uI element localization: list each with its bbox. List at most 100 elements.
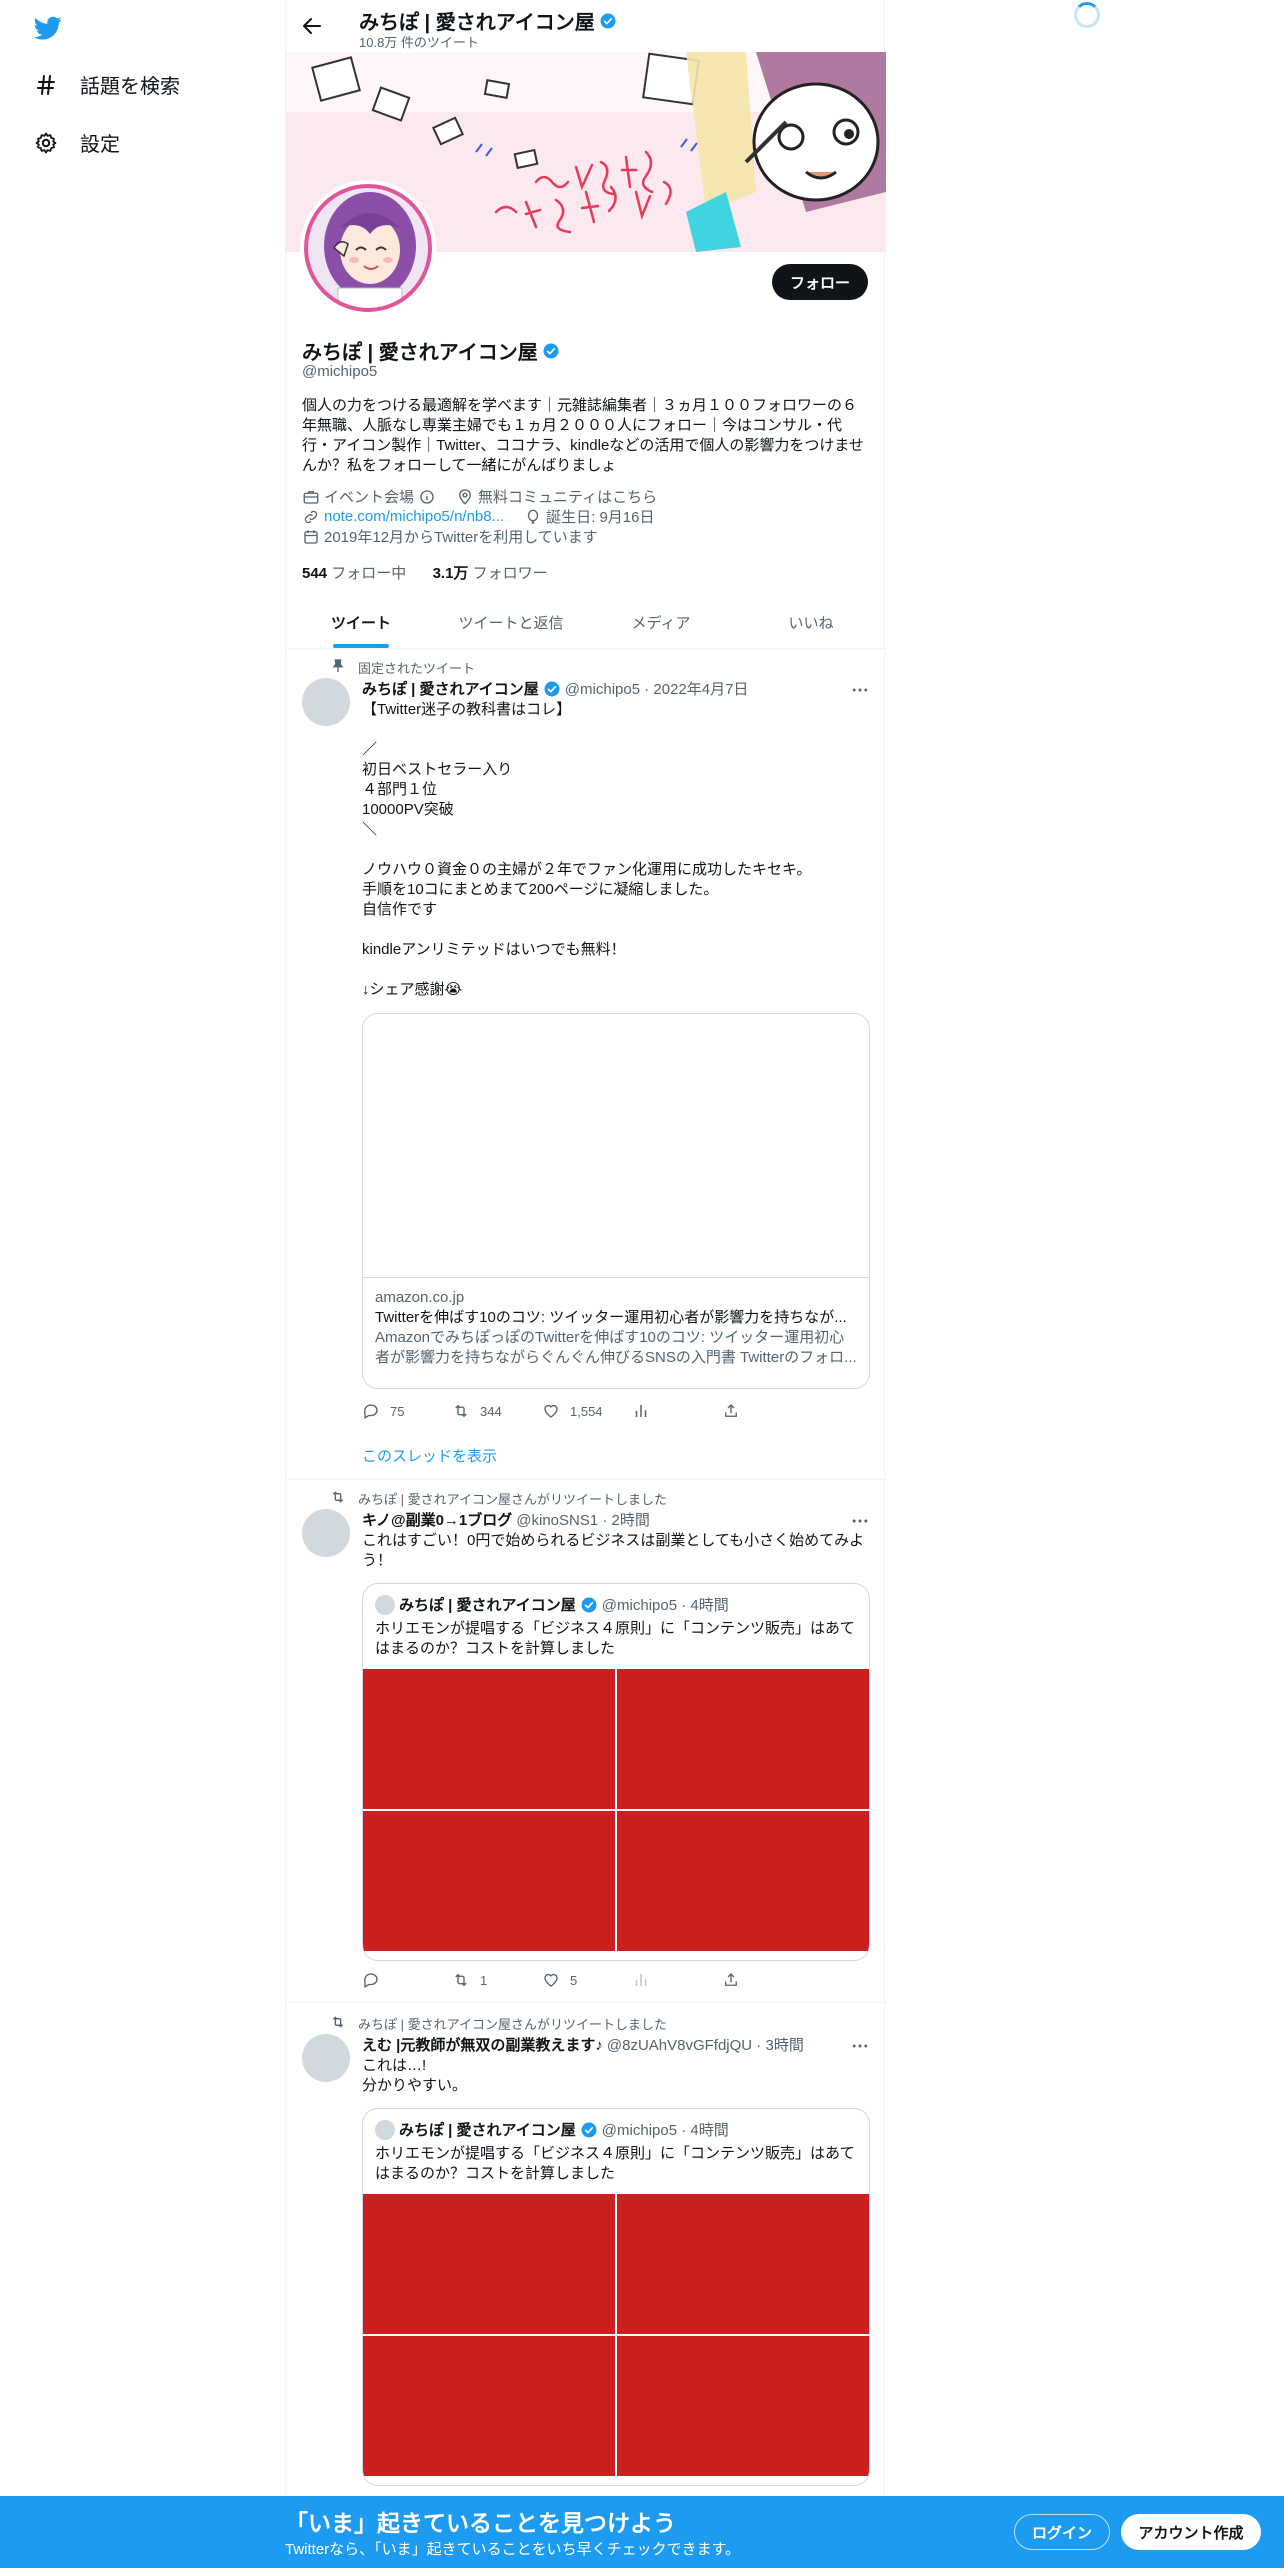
tweet-retweet-1[interactable]: みちぽ | 愛されアイコン屋さんがリツイートしました キノ@副業0→1ブログ @…	[286, 1481, 886, 2003]
share-button[interactable]	[722, 1402, 792, 1420]
followers-label: フォロワー	[472, 565, 548, 582]
card-title: Twitterを伸ばす10のコツ: ツイッター運用初心者が影響力を持ちなが...	[375, 1309, 847, 1326]
retweet-context-icon	[332, 2016, 344, 2028]
tweet-retweet-2[interactable]: みちぽ | 愛されアイコン屋さんがリツイートしました えむ |元教師が無双の副業…	[286, 2006, 886, 2496]
avatar[interactable]	[302, 1509, 350, 1557]
following-label: フォロー中	[331, 565, 407, 582]
analytics-button[interactable]	[632, 1971, 702, 1989]
tab-likes[interactable]: いいね	[736, 596, 886, 648]
media-image[interactable]	[363, 2194, 615, 2334]
retweet-context-icon	[332, 1491, 344, 1503]
tweet-header: キノ@副業0→1ブログ @kinoSNS1 · 2時間	[362, 1509, 650, 1530]
tab-tweets[interactable]: ツイート	[286, 596, 436, 648]
profile-name: みちぽ | 愛されアイコン屋	[302, 336, 560, 365]
tweet-pinned[interactable]: 固定されたツイート みちぽ | 愛されアイコン屋 @michipo5 · 202…	[286, 650, 886, 1480]
twitter-logo-icon[interactable]	[32, 14, 64, 42]
verified-badge-icon	[600, 13, 616, 28]
tweet-text: これは…! 分かりやすい。	[362, 2057, 468, 2094]
link-card[interactable]: amazon.co.jp Twitterを伸ばす10のコツ: ツイッター運用初心…	[362, 1013, 870, 1389]
quote-author-name: みちぽ | 愛されアイコン屋	[399, 1597, 576, 1614]
quoted-tweet[interactable]: みちぽ | 愛されアイコン屋 @michipo5 · 4時間 ホリエモンが提唱す…	[362, 1583, 870, 1961]
retweet-count: 1	[480, 1972, 488, 1988]
avatar	[375, 1594, 395, 1615]
profile-link[interactable]: note.com/michipo5/n/nb8...	[324, 508, 504, 525]
tweet-author-name[interactable]: えむ |元教師が無双の副業教えます♪	[362, 2034, 603, 2055]
more-options-icon[interactable]	[850, 1511, 870, 1531]
signup-button[interactable]: アカウント作成	[1121, 2514, 1261, 2550]
quote-text: ホリエモンが提唱する「ビジネス４原則」に「コンテンツ販売」はあてはまるのか？コス…	[375, 2145, 855, 2182]
reply-icon	[363, 1973, 378, 1988]
back-arrow-icon[interactable]	[300, 14, 324, 38]
profile-category: イベント会場	[324, 489, 415, 506]
profile-avatar[interactable]	[300, 180, 436, 316]
card-meta: amazon.co.jp Twitterを伸ばす10のコツ: ツイッター運用初心…	[363, 1278, 869, 1378]
avatar[interactable]	[302, 678, 350, 726]
tab-tweets-and-replies[interactable]: ツイートと返信	[436, 596, 586, 648]
quoted-tweet[interactable]: みちぽ | 愛されアイコン屋 @michipo5 · 4時間 ホリエモンが提唱す…	[362, 2108, 870, 2486]
show-thread-link[interactable]: このスレッドを表示	[362, 1445, 497, 1466]
media-image[interactable]	[363, 2336, 615, 2476]
info-icon[interactable]	[418, 488, 436, 506]
more-options-icon[interactable]	[850, 2036, 870, 2056]
reply-button[interactable]	[362, 1971, 432, 1989]
tweet-author-name[interactable]: キノ@副業0→1ブログ	[362, 1509, 512, 1530]
tweet-author-name[interactable]: みちぽ | 愛されアイコン屋	[362, 678, 539, 699]
header-tweet-count: 10.8万 件のツイート	[359, 35, 479, 50]
analytics-button[interactable]	[632, 1402, 702, 1420]
nav-settings-label: 設定	[80, 134, 120, 156]
signup-banner-title: 「いま」起きていることを見つけよう	[285, 2510, 676, 2536]
media-image[interactable]	[617, 1669, 869, 1809]
media-image[interactable]	[617, 1811, 869, 1951]
header-name: みちぽ | 愛されアイコン屋	[359, 6, 617, 35]
tweet-header: えむ |元教師が無双の副業教えます♪ @8zUAhV8vGFfdjQU · 3時…	[362, 2034, 804, 2055]
retweet-button[interactable]: 1	[452, 1971, 522, 1989]
avatar	[375, 2119, 395, 2140]
tab-media[interactable]: メディア	[586, 596, 736, 648]
profile-header-bar: みちぽ | 愛されアイコン屋 10.8万 件のツイート	[286, 0, 886, 52]
header-name-text: みちぽ | 愛されアイコン屋	[359, 12, 595, 34]
reply-button[interactable]: 75	[362, 1402, 432, 1420]
login-button[interactable]: ログイン	[1014, 2514, 1110, 2550]
profile-location: 無料コミュニティはこちら	[478, 489, 658, 506]
profile-tabs: ツイート ツイートと返信 メディア いいね	[286, 596, 886, 649]
followers-link[interactable]: 3.1万 フォロワー	[433, 565, 548, 582]
heart-icon	[544, 1404, 558, 1418]
avatar[interactable]	[302, 2034, 350, 2082]
media-image[interactable]	[363, 1669, 615, 1809]
signup-banner-subtitle: Twitterなら、「いま」起きていることをいち早くチェックできます。	[285, 2541, 741, 2558]
like-count: 1,554	[570, 1403, 603, 1419]
follow-button[interactable]: フォロー	[771, 264, 868, 300]
media-image[interactable]	[617, 2194, 869, 2334]
tweet-actions: 1 5	[362, 1971, 792, 1989]
media-image[interactable]	[617, 2336, 869, 2476]
nav-explore[interactable]: 話題を検索	[32, 70, 180, 99]
profile-name-text: みちぽ | 愛されアイコン屋	[302, 342, 538, 364]
quote-author-name: みちぽ | 愛されアイコン屋	[399, 2122, 576, 2139]
analytics-icon	[635, 1974, 647, 1986]
share-button[interactable]	[722, 1971, 792, 1989]
loading-spinner-icon	[1074, 2, 1100, 28]
followers-count: 3.1万	[432, 565, 469, 582]
calendar-icon	[304, 529, 318, 544]
like-button[interactable]: 5	[542, 1971, 612, 1989]
profile-joined: 2019年12月からTwitterを利用しています	[324, 529, 598, 546]
retweet-icon	[455, 1973, 467, 1987]
quote-header: みちぽ | 愛されアイコン屋 @michipo5 · 4時間	[363, 1584, 869, 1615]
following-count: 544	[302, 565, 328, 582]
media-image[interactable]	[363, 1811, 615, 1951]
more-options-icon[interactable]	[850, 680, 870, 700]
quote-text: ホリエモンが提唱する「ビジネス４原則」に「コンテンツ販売」はあてはまるのか？コス…	[375, 1620, 855, 1657]
tweet-handle-time: @kinoSNS1 · 2時間	[516, 1512, 650, 1529]
main-column: みちぽ | 愛されアイコン屋 10.8万 件のツイート フォロー みちぽ | 愛…	[285, 0, 886, 2568]
like-button[interactable]: 1,554	[542, 1402, 612, 1420]
tweet-text: 【Twitter迷子の教科書はコレ】 ／ 初日ベストセラー入り ４部門１位 10…	[362, 701, 812, 998]
balloon-icon	[527, 509, 539, 524]
nav-settings[interactable]: 設定	[32, 128, 120, 157]
tweet-context: 固定されたツイート	[358, 661, 476, 676]
card-description: AmazonでみちぽっぽのTwitterを伸ばす10のコツ: ツイッター運用初心…	[375, 1329, 857, 1366]
signup-banner: 「いま」起きていることを見つけよう Twitterなら、「いま」起きていることを…	[0, 2496, 1284, 2568]
reply-icon	[363, 1404, 378, 1419]
retweet-button[interactable]: 344	[452, 1402, 522, 1420]
card-image	[363, 1014, 869, 1278]
following-link[interactable]: 544 フォロー中	[302, 565, 406, 582]
